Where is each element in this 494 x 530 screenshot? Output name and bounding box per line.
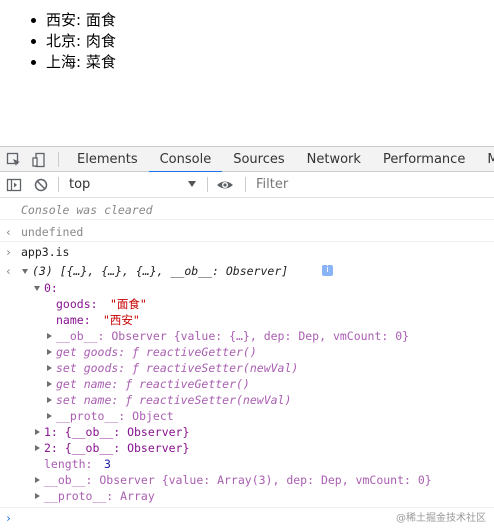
filter-input[interactable]: Filter [256,177,288,192]
tab-network[interactable]: Network [296,147,372,172]
property-value: 3 [104,457,111,471]
toolbar-divider [245,177,246,192]
array-ob[interactable]: __ob__: Observer {value: Array(3), dep: … [0,472,494,488]
expand-triangle-icon[interactable] [35,445,40,451]
expand-triangle-icon[interactable] [47,381,52,387]
expand-triangle-icon[interactable] [35,493,40,499]
getter-name[interactable]: get name: ƒ reactiveGetter() [0,376,494,392]
setter-line[interactable]: set name: ƒ reactiveSetter(newVal) [56,392,291,408]
property-name: name: "西安" [0,312,494,328]
undefined-value: undefined [21,225,84,239]
array-item-2[interactable]: 2: {__ob__: Observer} [0,440,494,456]
expand-triangle-icon[interactable] [47,397,52,403]
tab-elements[interactable]: Elements [66,147,149,172]
proto-array[interactable]: __proto__: Array [0,488,494,508]
property-key: name: [56,313,91,327]
expand-triangle-icon[interactable] [22,269,28,274]
array-summary-row[interactable]: ‹ (3) [{…}, {…}, {…}, __ob__: Observer] … [0,262,494,280]
ob-line[interactable]: __ob__: Observer {value: {…}, dep: Dep, … [56,328,409,344]
item-index: 0: [44,281,58,295]
command-text: app3.is [21,245,70,259]
expand-triangle-icon[interactable] [47,413,52,419]
expand-triangle-icon[interactable] [47,365,52,371]
live-expression-eye-icon[interactable] [216,177,234,197]
prompt-arrow-icon: › [5,245,12,259]
proto-object[interactable]: __proto__: Object [0,408,494,424]
property-key: length: [44,457,93,471]
console-result: ‹ undefined [0,220,494,242]
toolbar-divider [58,152,59,167]
item-summary[interactable]: 2: {__ob__: Observer} [44,440,189,456]
context-selector[interactable]: top [69,177,90,192]
devtools-panel: Elements Console Sources Network Perform… [0,146,494,530]
getter-goods[interactable]: get goods: ƒ reactiveGetter() [0,344,494,360]
watermark: @稀土掘金技术社区 [396,513,486,524]
result-arrow-icon: ‹ [5,264,12,278]
devtools-tabs: Elements Console Sources Network Perform… [66,147,494,173]
tab-performance[interactable]: Performance [372,147,476,172]
item-summary[interactable]: 1: {__ob__: Observer} [44,424,189,440]
list-item: 西安: 面食 [30,10,116,31]
property-goods: goods: "面食" [0,296,494,312]
list-item: 上海: 菜食 [30,52,116,73]
clear-console-icon[interactable] [33,177,49,197]
expand-triangle-icon[interactable] [47,333,52,339]
city-food-list: 西安: 面食 北京: 肉食 上海: 菜食 [30,10,116,73]
expand-triangle-icon[interactable] [35,429,40,435]
setter-goods[interactable]: set goods: ƒ reactiveSetter(newVal) [0,360,494,376]
tab-console[interactable]: Console [148,147,223,173]
chevron-down-icon[interactable] [188,181,196,187]
tab-sources[interactable]: Sources [222,147,295,172]
property-value: "西安" [103,313,140,327]
info-icon[interactable]: i [322,265,333,276]
page-content: 西安: 面食 北京: 肉食 上海: 菜食 [0,0,494,146]
cleared-message: Console was cleared [21,203,153,217]
property-length: length: 3 [0,456,494,472]
tab-memory[interactable]: Me [476,147,494,172]
list-item: 北京: 肉食 [30,31,116,52]
setter-line[interactable]: set goods: ƒ reactiveSetter(newVal) [56,360,298,376]
array-item-0[interactable]: 0: [0,280,494,296]
expand-triangle-icon[interactable] [35,477,40,483]
property-key: goods: [56,297,98,311]
toolbar-divider [58,177,59,192]
toolbar-divider [207,177,208,192]
device-toolbar-icon[interactable] [31,152,47,172]
array-summary[interactable]: (3) [{…}, {…}, {…}, __ob__: Observer] [32,263,288,279]
setter-name[interactable]: set name: ƒ reactiveSetter(newVal) [0,392,494,408]
sidebar-toggle-icon[interactable] [6,177,22,197]
console-input-line: › app3.is [0,242,494,262]
console-toolbar: top Filter [0,172,494,198]
expand-triangle-icon[interactable] [47,349,52,355]
getter-line[interactable]: get name: ƒ reactiveGetter() [56,376,250,392]
result-arrow-icon: ‹ [5,225,12,239]
prompt-arrow-icon: › [5,511,12,525]
console-message: Console was cleared [0,198,494,220]
array-item-1[interactable]: 1: {__ob__: Observer} [0,424,494,440]
proto-line[interactable]: __proto__: Object [56,408,174,424]
getter-line[interactable]: get goods: ƒ reactiveGetter() [56,344,257,360]
inspect-element-icon[interactable] [6,152,22,172]
proto-line[interactable]: __proto__: Array [44,488,155,504]
expand-triangle-icon[interactable] [34,286,40,291]
devtools-tabbar: Elements Console Sources Network Perform… [0,146,494,173]
property-value: "面食" [110,297,147,311]
ob-line[interactable]: __ob__: Observer {value: Array(3), dep: … [44,472,432,488]
property-ob[interactable]: __ob__: Observer {value: {…}, dep: Dep, … [0,328,494,344]
